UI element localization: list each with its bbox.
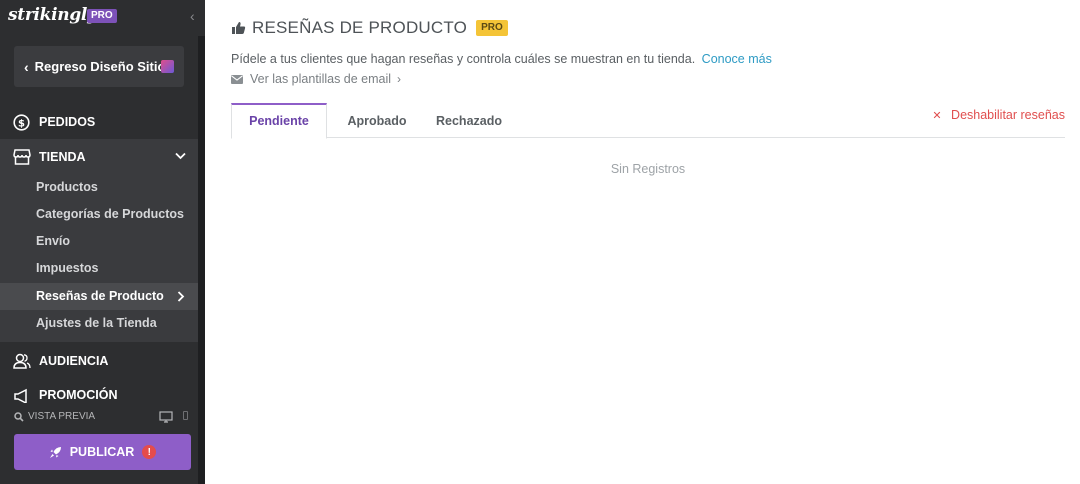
search-icon	[14, 411, 24, 422]
publish-button[interactable]: PUBLICAR !	[14, 434, 191, 470]
mobile-preview-icon[interactable]	[183, 411, 188, 420]
disable-reviews-button[interactable]: ✕ Deshabilitar reseñas	[932, 108, 1065, 122]
nav-item-label: TIENDA	[39, 149, 86, 164]
sidebar-item-categorias[interactable]: Categorías de Productos	[0, 201, 198, 228]
thumbs-up-icon	[231, 21, 246, 35]
sidebar-item-resenas[interactable]: Reseñas de Producto	[0, 283, 198, 310]
page-description: Pídele a tus clientes que hagan reseñas …	[231, 52, 772, 66]
empty-state: Sin Registros	[610, 162, 686, 176]
nav-item-pedidos[interactable]: $ PEDIDOS	[0, 110, 198, 134]
sidebar-header: strikingly PRO ‹	[0, 0, 205, 36]
nav-item-label: PROMOCIÓN	[39, 388, 118, 402]
sidebar: strikingly PRO ‹ ‹ Regreso Diseño Sitio …	[0, 0, 205, 484]
megaphone-icon	[13, 386, 37, 404]
review-status-tabs: Pendiente Aprobado Rechazado ✕ Deshabili…	[231, 103, 1065, 139]
store-icon	[13, 148, 37, 166]
nav-item-label: PEDIDOS	[39, 115, 96, 129]
pro-badge: PRO	[476, 20, 508, 36]
email-templates-link[interactable]: Ver las plantillas de email ›	[231, 72, 401, 86]
chevron-down-icon	[175, 149, 186, 163]
tab-aprobado[interactable]: Aprobado	[337, 103, 417, 138]
sidebar-item-ajustes-tienda[interactable]: Ajustes de la Tienda	[0, 310, 198, 337]
main-content: RESEÑAS DE PRODUCTO PRO Pídele a tus cli…	[205, 0, 1080, 484]
learn-more-link[interactable]: Conoce más	[702, 52, 772, 66]
pro-tag: PRO	[87, 9, 117, 23]
nav-item-promocion[interactable]: PROMOCIÓN	[0, 384, 198, 406]
tienda-submenu: Productos Categorías de Productos Envío …	[0, 174, 198, 342]
tab-pendiente[interactable]: Pendiente	[231, 103, 327, 139]
publish-label: PUBLICAR	[69, 445, 135, 459]
chevron-right-icon: ›	[397, 72, 402, 86]
strikingly-logo[interactable]: strikingly	[8, 5, 97, 25]
sidebar-item-envio[interactable]: Envío	[0, 228, 198, 255]
svg-text:$: $	[18, 118, 25, 129]
collapse-sidebar-icon[interactable]: ‹	[190, 8, 195, 24]
sidebar-item-label: Reseñas de Producto	[36, 289, 164, 303]
alert-icon: !	[142, 445, 157, 459]
sidebar-item-productos[interactable]: Productos	[0, 174, 198, 201]
nav-item-label: AUDIENCIA	[39, 354, 109, 368]
preview-label: VISTA PREVIA	[28, 411, 96, 422]
envelope-icon	[231, 74, 243, 84]
tab-rechazado[interactable]: Rechazado	[431, 103, 507, 138]
nav-item-tienda[interactable]: TIENDA	[0, 139, 198, 174]
rocket-icon	[49, 446, 62, 459]
chevron-left-icon: ‹	[24, 58, 29, 75]
preview-link[interactable]: VISTA PREVIA	[14, 411, 95, 422]
site-icon	[161, 60, 175, 73]
email-templates-label: Ver las plantillas de email	[250, 72, 392, 86]
close-icon: ✕	[932, 110, 942, 122]
chevron-right-icon	[177, 283, 185, 310]
dollar-circle-icon: $	[13, 113, 37, 131]
sidebar-item-impuestos[interactable]: Impuestos	[0, 255, 198, 282]
page-title: RESEÑAS DE PRODUCTO	[252, 18, 468, 37]
nav-item-audiencia[interactable]: AUDIENCIA	[0, 349, 198, 373]
back-to-site-design-button[interactable]: ‹ Regreso Diseño Sitio	[14, 46, 184, 87]
description-text: Pídele a tus clientes que hagan reseñas …	[231, 52, 696, 66]
disable-reviews-label: Deshabilitar reseñas	[951, 108, 1065, 122]
back-button-label: Regreso Diseño Sitio	[34, 59, 166, 74]
page-header: RESEÑAS DE PRODUCTO PRO	[231, 18, 508, 38]
sidebar-scrollbar[interactable]	[198, 36, 205, 484]
audience-icon	[13, 352, 37, 370]
desktop-preview-icon[interactable]	[159, 410, 173, 428]
